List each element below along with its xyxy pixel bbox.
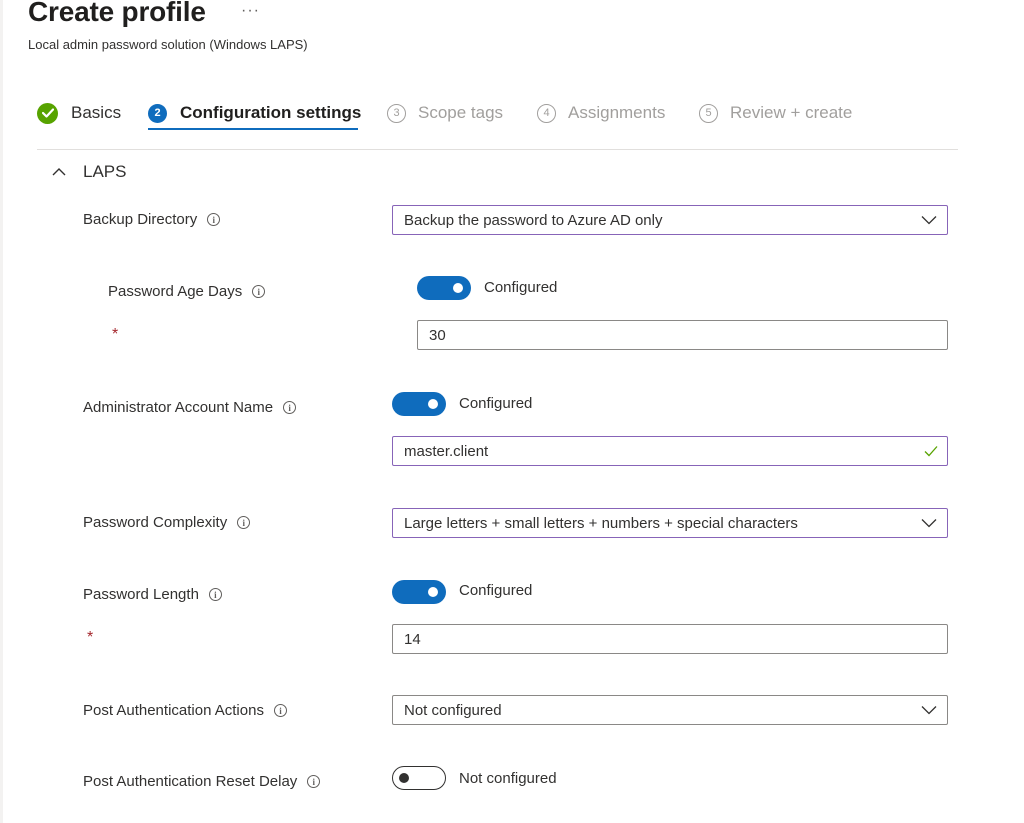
page-title: Create profile — [28, 0, 206, 27]
dropdown-value: Large letters + small letters + numbers … — [404, 514, 798, 532]
setting-label-text: Password Complexity — [83, 514, 228, 531]
post-auth-actions-dropdown[interactable]: Not configured — [392, 695, 948, 725]
toggle-status-text: Configured — [484, 279, 558, 296]
step-assignments[interactable]: 4 Assignments — [537, 100, 665, 126]
required-asterisk: * — [87, 629, 94, 646]
info-icon[interactable]: i — [273, 704, 287, 717]
required-asterisk: * — [112, 326, 119, 343]
password-age-days-input[interactable]: 30 — [417, 320, 948, 350]
valid-checkmark-icon — [924, 446, 938, 457]
info-icon[interactable]: i — [237, 516, 251, 529]
section-title-laps: LAPS — [83, 162, 127, 181]
step-label: Basics — [71, 103, 122, 122]
toggle-knob — [453, 283, 463, 293]
info-icon[interactable]: i — [207, 213, 221, 226]
info-icon[interactable]: i — [252, 285, 266, 298]
input-value: master.client — [404, 442, 489, 460]
checkmark-icon — [37, 102, 58, 124]
step-label: Scope tags — [418, 103, 504, 122]
toggle-status-text: Configured — [459, 395, 533, 412]
step-label: Configuration settings — [180, 103, 362, 122]
dropdown-value: Backup the password to Azure AD only — [404, 211, 663, 229]
setting-label-text: Backup Directory — [83, 211, 198, 228]
chevron-down-icon — [921, 706, 937, 715]
chevron-down-icon — [921, 519, 937, 528]
admin-account-name-label: Administrator Account Name i — [83, 399, 297, 416]
toggle-status-text: Configured — [459, 582, 533, 599]
tabs-divider — [37, 149, 958, 150]
admin-account-name-toggle[interactable] — [392, 392, 446, 416]
toggle-status-text: Not configured — [459, 770, 557, 787]
chevron-down-icon — [921, 216, 937, 225]
setting-label-text: Password Age Days — [108, 283, 243, 300]
left-edge-border — [0, 0, 3, 823]
chevron-up-icon[interactable] — [51, 165, 67, 179]
active-step-underline — [148, 128, 358, 130]
admin-account-name-input[interactable]: master.client — [392, 436, 948, 466]
setting-label-text: Post Authentication Reset Delay — [83, 773, 298, 790]
step-number-badge: 5 — [699, 103, 718, 123]
info-icon[interactable]: i — [307, 775, 321, 788]
step-label: Review + create — [730, 103, 853, 122]
info-icon[interactable]: i — [208, 588, 222, 601]
setting-label-text: Post Authentication Actions — [83, 702, 264, 719]
post-auth-reset-delay-label: Post Authentication Reset Delay i — [83, 773, 321, 790]
toggle-knob — [428, 399, 438, 409]
password-length-input[interactable]: 14 — [392, 624, 948, 654]
step-scope-tags[interactable]: 3 Scope tags — [387, 100, 503, 126]
step-number-badge: 4 — [537, 103, 556, 123]
step-number-badge: 2 — [148, 103, 167, 123]
password-age-days-toggle[interactable] — [417, 276, 471, 300]
password-complexity-label: Password Complexity i — [83, 514, 251, 531]
step-review-create[interactable]: 5 Review + create — [699, 100, 852, 126]
step-label: Assignments — [568, 103, 666, 122]
setting-label-text: Administrator Account Name — [83, 399, 274, 416]
more-options-button[interactable]: ··· — [241, 2, 260, 20]
password-length-label: Password Length i — [83, 586, 222, 603]
toggle-knob — [428, 587, 438, 597]
password-length-toggle[interactable] — [392, 580, 446, 604]
dropdown-value: Not configured — [404, 701, 502, 719]
step-basics[interactable]: Basics — [37, 100, 121, 126]
toggle-knob — [399, 773, 409, 783]
post-auth-reset-delay-toggle[interactable] — [392, 766, 446, 790]
input-value: 30 — [429, 326, 446, 344]
setting-label-text: Password Length — [83, 586, 199, 603]
page-subtitle: Local admin password solution (Windows L… — [28, 37, 308, 52]
backup-directory-label: Backup Directory i — [83, 211, 221, 228]
step-number-badge: 3 — [387, 103, 406, 123]
info-icon[interactable]: i — [283, 401, 297, 414]
input-value: 14 — [404, 630, 421, 648]
backup-directory-dropdown[interactable]: Backup the password to Azure AD only — [392, 205, 948, 235]
post-auth-actions-label: Post Authentication Actions i — [83, 702, 287, 719]
step-configuration-settings[interactable]: 2 Configuration settings — [148, 100, 361, 126]
password-complexity-dropdown[interactable]: Large letters + small letters + numbers … — [392, 508, 948, 538]
password-age-days-label: Password Age Days i — [108, 283, 266, 300]
